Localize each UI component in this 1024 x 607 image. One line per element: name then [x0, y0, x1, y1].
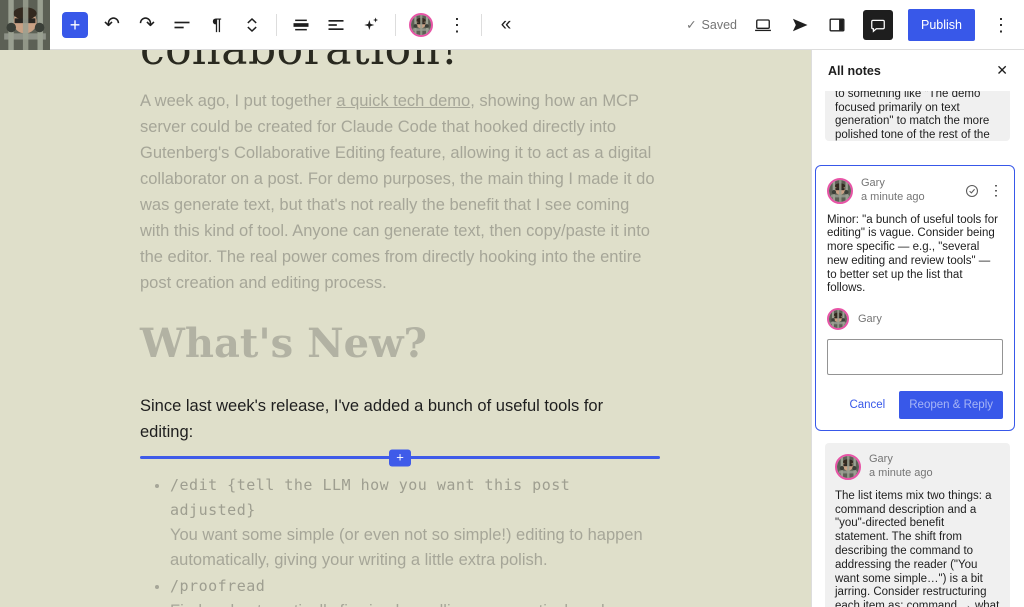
note-options-icon[interactable]: ⋮: [989, 182, 1003, 199]
collapse-toolbar-icon[interactable]: «: [495, 14, 517, 36]
resolve-check-icon[interactable]: [963, 182, 981, 200]
reply-author-avatar: [827, 308, 849, 330]
preview-device-icon[interactable]: [752, 14, 774, 36]
block-toolbar: + ↶ ↷ ¶ ⋮ «: [62, 12, 517, 38]
block-inserter-button[interactable]: +: [62, 12, 88, 38]
editor-canvas[interactable]: collaboration! A week ago, I put togethe…: [0, 50, 811, 607]
note-header: Gary a minute ago: [835, 453, 1000, 481]
command-text: /proofread: [170, 574, 660, 599]
top-bar-actions: ✓ Saved Publish ⋮: [686, 9, 1024, 41]
command-description: Find and automatically fix simple spelli…: [170, 599, 660, 607]
command-description: You want some simple (or even not so sim…: [170, 523, 660, 573]
block-mover-icon[interactable]: [241, 14, 263, 36]
note-card-active[interactable]: Gary a minute ago ⋮ Minor: "a bunch of u…: [815, 165, 1015, 431]
text-align-icon[interactable]: [325, 14, 347, 36]
commands-list: /edit {tell the LLM how you want this po…: [170, 473, 660, 607]
intro-text-before-link: A week ago, I put together: [140, 92, 336, 110]
notes-panel-header: All notes ✕: [812, 50, 1024, 91]
note-text: slightly by changing the wording to some…: [835, 91, 1000, 141]
close-icon[interactable]: ✕: [996, 62, 1008, 79]
ai-sparkle-icon[interactable]: [360, 14, 382, 36]
site-user-avatar[interactable]: [0, 0, 50, 50]
post-content: collaboration! A week ago, I put togethe…: [140, 50, 660, 607]
note-author: Gary: [869, 453, 933, 467]
list-item[interactable]: /proofread Find and automatically fix si…: [170, 574, 660, 607]
check-icon: ✓: [686, 17, 696, 32]
more-options-icon[interactable]: ⋮: [990, 14, 1012, 36]
active-paragraph[interactable]: Since last week's release, I've added a …: [140, 393, 660, 445]
note-timestamp: a minute ago: [869, 467, 933, 481]
list-item[interactable]: /edit {tell the LLM how you want this po…: [170, 473, 660, 573]
toolbar-separator: [395, 14, 396, 36]
undo-icon[interactable]: ↶: [101, 14, 123, 36]
send-icon[interactable]: [789, 14, 811, 36]
note-timestamp: a minute ago: [861, 191, 925, 205]
cancel-button[interactable]: Cancel: [849, 399, 885, 411]
document-overview-icon[interactable]: [171, 14, 193, 36]
comments-toggle-button[interactable]: [863, 10, 893, 40]
collaborator-presence-avatar[interactable]: [409, 13, 433, 37]
saved-status: ✓ Saved: [686, 17, 737, 32]
editor-top-bar: + ↶ ↷ ¶ ⋮ « ✓: [0, 0, 1024, 50]
reopen-reply-button[interactable]: Reopen & Reply: [899, 391, 1003, 419]
notes-list: slightly by changing the wording to some…: [812, 91, 1024, 607]
alignment-icon[interactable]: [290, 14, 312, 36]
reply-input[interactable]: [827, 339, 1003, 375]
note-card-clipped[interactable]: slightly by changing the wording to some…: [825, 91, 1010, 141]
note-text-visible: something like "The demo focused primari…: [835, 91, 990, 141]
insert-block-button[interactable]: +: [389, 449, 411, 466]
saved-label: Saved: [702, 18, 737, 32]
intro-text-after-link: , showing how an MCP server could be cre…: [140, 92, 655, 292]
paragraph-block-icon[interactable]: ¶: [206, 14, 228, 36]
block-options-icon[interactable]: ⋮: [446, 14, 468, 36]
redo-icon[interactable]: ↷: [136, 14, 158, 36]
note-text: The list items mix two things: a command…: [835, 490, 1000, 607]
reply-actions: Cancel Reopen & Reply: [827, 391, 1003, 419]
notes-panel-title: All notes: [828, 64, 881, 78]
note-author: Gary: [861, 177, 925, 191]
note-header: Gary a minute ago ⋮: [827, 177, 1003, 205]
toolbar-separator: [276, 14, 277, 36]
post-title-partial[interactable]: collaboration!: [140, 50, 660, 75]
toolbar-separator: [481, 14, 482, 36]
publish-button[interactable]: Publish: [908, 9, 975, 41]
reply-author: Gary: [858, 313, 882, 325]
notes-panel: All notes ✕ slightly by changing the wor…: [811, 50, 1024, 607]
reply-header: Gary: [827, 308, 1003, 330]
note-card[interactable]: Gary a minute ago The list items mix two…: [825, 443, 1010, 607]
tech-demo-link[interactable]: a quick tech demo: [336, 92, 470, 110]
author-avatar: [835, 454, 861, 480]
comment-bubble-icon: [868, 15, 888, 35]
intro-paragraph[interactable]: A week ago, I put together a quick tech …: [140, 88, 660, 296]
whats-new-heading[interactable]: What's New?: [140, 320, 660, 367]
note-text: Minor: "a bunch of useful tools for edit…: [827, 214, 1003, 297]
block-insertion-line: +: [140, 456, 660, 459]
settings-sidebar-icon[interactable]: [826, 14, 848, 36]
command-text: /edit {tell the LLM how you want this po…: [170, 473, 660, 523]
author-avatar: [827, 178, 853, 204]
